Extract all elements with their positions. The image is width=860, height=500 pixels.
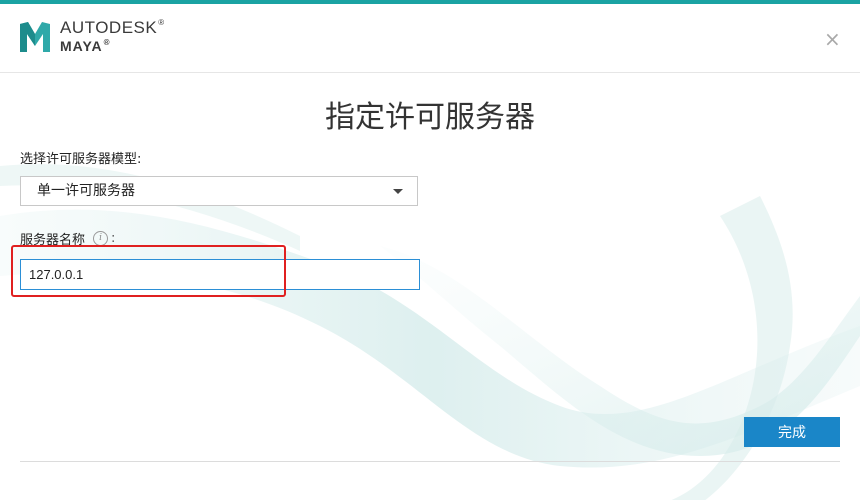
brand-autodesk: AUTODESK [60, 18, 158, 37]
server-model-label: 选择许可服务器模型: [20, 152, 142, 167]
server-name-label-row: 服务器名称 i : [20, 231, 116, 248]
brand-maya: MAYA [60, 38, 103, 54]
close-icon[interactable]: × [824, 29, 841, 49]
server-model-value: 单一许可服务器 [37, 183, 135, 199]
done-button[interactable]: 完成 [744, 417, 840, 447]
license-dialog: AUTODESK® MAYA® × 指定许可服务器 选择许可服务器模型: 单一许… [0, 0, 860, 500]
server-model-select[interactable]: 单一许可服务器 [20, 176, 418, 206]
info-icon[interactable]: i [93, 231, 109, 246]
footer-divider [20, 461, 840, 462]
dialog-header: AUTODESK® MAYA® × [0, 4, 860, 73]
page-title: 指定许可服务器 [325, 100, 535, 135]
server-name-input[interactable] [20, 259, 420, 290]
server-name-label: 服务器名称 [20, 233, 86, 248]
chevron-down-icon [393, 189, 403, 194]
maya-logo-icon [20, 22, 50, 52]
brand-wordmark: AUTODESK® MAYA® [60, 18, 165, 54]
